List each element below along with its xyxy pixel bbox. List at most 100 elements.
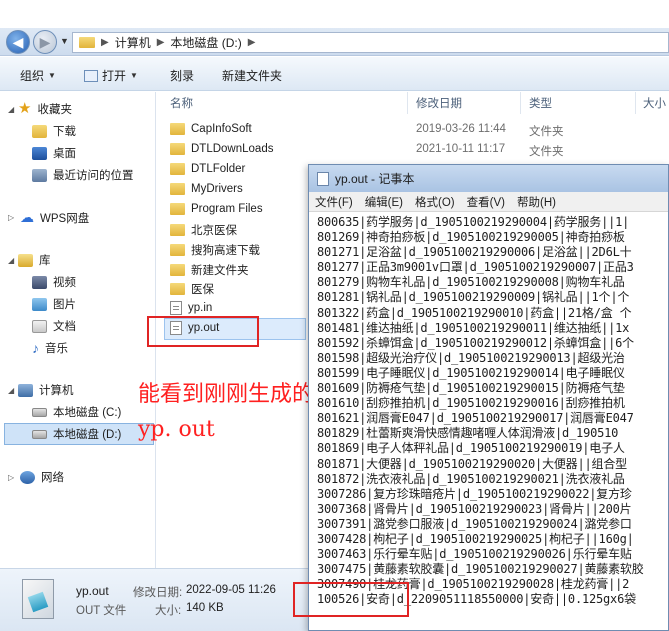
highlight-box <box>147 316 259 347</box>
menu-help[interactable]: 帮助(H) <box>511 194 562 210</box>
breadcrumb-computer[interactable]: 计算机 <box>115 34 151 51</box>
text-line: 3007286|复方珍珠暗疮片|d_1905100219290022|复方珍 <box>317 486 632 501</box>
text-line: 801609|防褥疮气垫|d_1905100219290015|防褥疮气垫 <box>317 381 625 396</box>
expand-icon[interactable]: ▷ <box>8 473 14 482</box>
arrow-left-icon: ◀ <box>12 33 24 50</box>
notepad-titlebar[interactable]: yp.out - 记事本 <box>309 165 668 192</box>
column-header-date[interactable]: 修改日期 <box>416 92 462 114</box>
nav-network[interactable]: 网络 <box>20 469 64 485</box>
open-button[interactable]: 打开 ▼ <box>84 67 138 84</box>
nav-favorites[interactable]: ★ 收藏夹 <box>18 101 72 117</box>
nav-computer[interactable]: 计算机 <box>18 382 74 398</box>
annotation-line2: yp. out <box>138 417 215 442</box>
file-row[interactable]: CapInfoSoft <box>170 123 252 135</box>
file-row[interactable]: 新建文件夹 <box>170 262 249 278</box>
status-type: OUT 文件 <box>76 605 127 617</box>
caret-down-icon: ▼ <box>130 71 138 80</box>
file-row[interactable]: DTLDownLoads <box>170 143 273 155</box>
file-row[interactable]: MyDrivers <box>170 183 243 195</box>
chevron-right-icon[interactable]: ▶ <box>248 37 256 48</box>
video-icon <box>32 275 47 289</box>
command-bar: 组织 ▼ 打开 ▼ 刻录 新建文件夹 <box>0 57 669 91</box>
collapse-icon[interactable]: ◢ <box>8 105 14 114</box>
file-row[interactable]: 医保 <box>170 281 214 297</box>
status-size-label: 大小: <box>155 605 182 617</box>
burn-button[interactable]: 刻录 <box>170 67 194 84</box>
text-line: 3007463|乐行晕车贴|d_1905100219290026|乐行晕车贴 <box>317 547 632 562</box>
notepad-menubar: 文件(F) 编辑(E) 格式(O) 查看(V) 帮助(H) <box>309 192 668 212</box>
nav-documents[interactable]: 文档 <box>32 318 76 334</box>
file-row[interactable]: Program Files <box>170 203 263 215</box>
folder-icon <box>170 183 185 195</box>
folder-icon <box>170 123 185 135</box>
nav-desktop[interactable]: 桌面 <box>32 145 76 161</box>
new-folder-button[interactable]: 新建文件夹 <box>222 67 282 84</box>
text-line: 801592|杀蟑饵盒|d_1905100219290012|杀蟑饵盒||6个 <box>317 335 634 350</box>
notepad-window[interactable]: yp.out - 记事本 文件(F) 编辑(E) 格式(O) 查看(V) 帮助(… <box>308 164 669 631</box>
collapse-icon[interactable]: ◢ <box>8 256 14 265</box>
breadcrumb-drive-d[interactable]: 本地磁盘 (D:) <box>170 34 241 51</box>
highlight-box <box>293 582 409 617</box>
column-header-name[interactable]: 名称 <box>170 92 193 114</box>
hard-drive-icon <box>32 407 47 417</box>
notepad-text-area[interactable]: 800635|药学服务|d_1905100219290004|药学服务||1| … <box>317 215 667 630</box>
collapse-icon[interactable]: ◢ <box>8 386 14 395</box>
text-line: 801872|洗衣液礼品|d_1905100219290021|洗衣液礼品 <box>317 471 625 486</box>
chevron-right-icon[interactable]: ▶ <box>101 37 109 48</box>
text-line: 801322|药盒|d_1905100219290010|药盒||21格/盒 个 <box>317 305 632 320</box>
text-line: 801621|润唇膏E047|d_1905100219290017|润唇膏E04… <box>317 411 634 426</box>
text-line: 801269|神奇拍痧板|d_1905100219290005|神奇拍痧板 <box>317 230 625 245</box>
open-icon <box>84 69 98 82</box>
file-row[interactable]: 北京医保 <box>170 222 237 238</box>
chevron-right-icon[interactable]: ▶ <box>157 37 165 48</box>
text-line: 801869|电子人体秤礼品|d_1905100219290019|电子人 <box>317 441 625 456</box>
nav-pictures[interactable]: 图片 <box>32 296 76 312</box>
nav-drive-d[interactable]: 本地磁盘 (D:) <box>32 426 121 442</box>
text-line: 801279|购物车礼品|d_1905100219290008|购物车礼品 <box>317 275 625 290</box>
column-divider[interactable] <box>407 92 408 114</box>
arrow-right-icon: ▶ <box>39 33 51 50</box>
folder-icon <box>170 244 185 256</box>
back-button[interactable]: ◀ <box>6 30 30 54</box>
menu-file[interactable]: 文件(F) <box>309 194 359 210</box>
folder-icon <box>170 264 185 276</box>
file-row[interactable]: 搜狗高速下载 <box>170 242 260 258</box>
text-line: 800635|药学服务|d_1905100219290004|药学服务||1| <box>317 215 630 229</box>
text-line: 3007391|潞党参口服液|d_1905100219290024|潞党参口 <box>317 516 632 531</box>
menu-format[interactable]: 格式(O) <box>409 194 461 210</box>
file-row[interactable]: DTLFolder <box>170 163 245 175</box>
status-filename: yp.out <box>76 584 109 598</box>
folder-icon <box>170 163 185 175</box>
library-icon <box>18 253 33 267</box>
column-divider[interactable] <box>520 92 521 114</box>
forward-button[interactable]: ▶ <box>33 30 57 54</box>
nav-music[interactable]: ♪ 音乐 <box>32 340 68 356</box>
folder-icon <box>170 203 185 215</box>
organize-button[interactable]: 组织 ▼ <box>20 67 56 84</box>
nav-drive-c[interactable]: 本地磁盘 (C:) <box>32 404 121 420</box>
nav-recent[interactable]: 最近访问的位置 <box>32 167 134 183</box>
column-header-size[interactable]: 大小 <box>643 92 666 114</box>
nav-wps[interactable]: ☁ WPS网盘 <box>20 209 89 226</box>
text-line: 801871|大便器|d_1905100219290020|大便器||组合型 <box>317 456 627 471</box>
file-date: 2019-03-26 11:44 <box>416 123 506 135</box>
address-bar[interactable]: ▶ 计算机 ▶ 本地磁盘 (D:) ▶ <box>72 32 669 53</box>
text-line: 801598|超级光治疗仪|d_1905100219290013|超级光治 <box>317 350 625 365</box>
nav-videos[interactable]: 视频 <box>32 274 76 290</box>
hard-drive-icon <box>32 429 47 439</box>
menu-view[interactable]: 查看(V) <box>461 194 511 210</box>
history-dropdown-icon[interactable]: ▼ <box>60 36 69 46</box>
file-row[interactable]: yp.in <box>170 301 212 315</box>
status-modified: 2022-09-05 11:26 <box>186 584 276 596</box>
column-divider[interactable] <box>635 92 636 114</box>
text-line: 3007475|黄藤素软胶囊|d_1905100219290027|黄藤素软胶 <box>317 562 644 577</box>
folder-icon <box>170 143 185 155</box>
cloud-icon: ☁ <box>20 209 34 225</box>
nav-downloads[interactable]: 下载 <box>32 123 76 139</box>
expand-icon[interactable]: ▷ <box>8 213 14 222</box>
menu-edit[interactable]: 编辑(E) <box>359 194 409 210</box>
column-header-type[interactable]: 类型 <box>529 92 552 114</box>
text-line: 801610|刮痧推拍机|d_1905100219290016|刮痧推拍机 <box>317 396 625 411</box>
text-line: 3007368|肾骨片|d_1905100219290023|肾骨片||200片 <box>317 501 632 516</box>
nav-library[interactable]: 库 <box>18 252 51 268</box>
